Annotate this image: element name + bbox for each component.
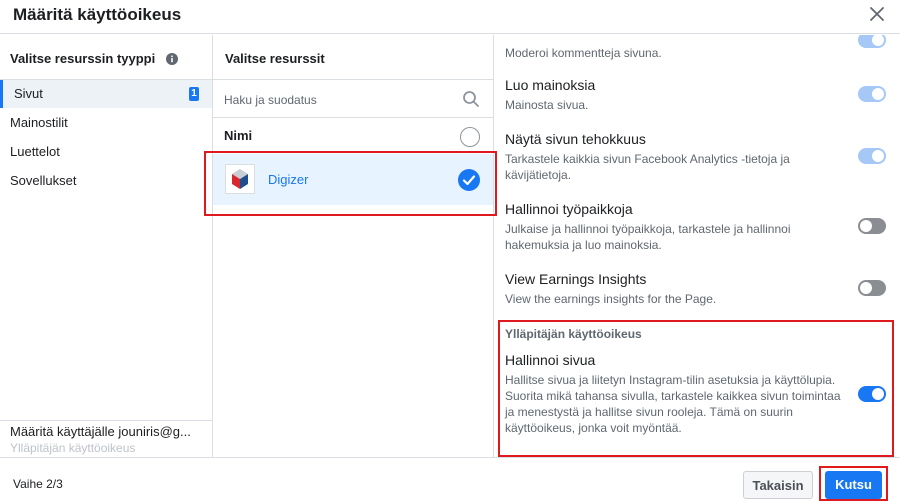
checkmark-icon[interactable] xyxy=(458,169,480,191)
invite-button[interactable]: Kutsu xyxy=(825,471,882,499)
page-row-digizer[interactable]: Digizer xyxy=(213,154,493,205)
permission-title: Hallinnoi työpaikkoja xyxy=(505,201,633,217)
search-placeholder: Haku ja suodatus xyxy=(224,93,317,107)
dialog-header: Määritä käyttöoikeus xyxy=(0,0,900,34)
resource-type-title: Valitse resurssin tyyppi xyxy=(10,51,156,66)
permission-title: Näytä sivun tehokkuus xyxy=(505,131,646,147)
assign-summary: Määritä käyttäjälle jouniris@g... Ylläpi… xyxy=(0,420,212,457)
permission-title: Hallinnoi sivua xyxy=(505,352,596,368)
type-item-label: Luettelot xyxy=(10,144,60,159)
select-all-checkbox[interactable] xyxy=(460,127,480,147)
permission-toggle[interactable] xyxy=(858,218,886,234)
permission-create-ads: Luo mainoksia Mainosta sivua. xyxy=(505,76,845,113)
type-item-label: Sovellukset xyxy=(10,173,77,188)
assign-access-dialog: Määritä käyttöoikeus Valitse resurssin t… xyxy=(0,0,900,503)
permission-earnings-insights: View Earnings Insights View the earnings… xyxy=(505,270,845,307)
resources-column: Valitse resurssit Haku ja suodatus Nimi … xyxy=(213,35,494,457)
close-icon[interactable] xyxy=(867,4,887,24)
permission-manage-jobs: Hallinnoi työpaikkoja Julkaise ja hallin… xyxy=(505,200,845,253)
permission-view-performance: Näytä sivun tehokkuus Tarkastele kaikkia… xyxy=(505,130,845,183)
permissions-column: Moderoi kommentteja sivuna. Luo mainoksi… xyxy=(494,35,900,457)
type-item-sivut[interactable]: Sivut 1 xyxy=(0,80,212,108)
digizer-logo-icon xyxy=(225,164,255,194)
toggle-knob xyxy=(872,35,884,46)
type-item-label: Mainostilit xyxy=(10,115,68,130)
permission-title: View Earnings Insights xyxy=(505,271,647,287)
permission-manage-page: Hallinnoi sivua Hallitse sivua ja liitet… xyxy=(505,351,845,436)
resources-title: Valitse resurssit xyxy=(225,51,325,66)
permission-description: Tarkastele kaikkia sivun Facebook Analyt… xyxy=(505,152,790,182)
manage-page-toggle[interactable] xyxy=(858,386,886,402)
permission-description: Moderoi kommentteja sivuna. xyxy=(505,46,662,60)
toggle-knob xyxy=(872,150,884,162)
info-icon[interactable] xyxy=(166,52,178,65)
name-header-row: Nimi xyxy=(213,119,493,153)
count-badge: 1 xyxy=(189,87,199,101)
resource-type-column: Valitse resurssin tyyppi Sivut 1 Mainost… xyxy=(0,35,213,457)
toggle-knob xyxy=(860,282,872,294)
admin-section-heading: Ylläpitäjän käyttöoikeus xyxy=(505,327,642,341)
permission-description: Mainosta sivua. xyxy=(505,98,589,112)
page-name: Digizer xyxy=(268,172,309,187)
toggle-knob xyxy=(872,88,884,100)
permission-toggle[interactable] xyxy=(858,148,886,164)
search-icon xyxy=(462,90,480,108)
dialog-footer: Vaihe 2/3 Takaisin Kutsu xyxy=(0,457,900,503)
permission-toggle[interactable] xyxy=(858,280,886,296)
search-input[interactable]: Haku ja suodatus xyxy=(213,80,493,118)
permission-moderate: Moderoi kommentteja sivuna. xyxy=(505,42,845,61)
toggle-knob xyxy=(872,388,884,400)
back-button[interactable]: Takaisin xyxy=(743,471,813,499)
step-indicator: Vaihe 2/3 xyxy=(13,477,63,491)
permission-toggle[interactable] xyxy=(858,86,886,102)
name-header: Nimi xyxy=(224,128,253,143)
permission-description: Julkaise ja hallinnoi työpaikkoja, tarka… xyxy=(505,222,791,252)
assign-user-text: Määritä käyttäjälle jouniris@g... xyxy=(10,424,191,439)
type-item-label: Sivut xyxy=(14,86,43,101)
permission-description: Hallitse sivua ja liitetyn Instagram-til… xyxy=(505,373,841,435)
assign-role-text: Ylläpitäjän käyttöoikeus xyxy=(10,441,136,455)
permission-toggle[interactable] xyxy=(858,35,886,48)
type-item-sovellukset[interactable]: Sovellukset xyxy=(0,167,212,195)
dialog-title: Määritä käyttöoikeus xyxy=(13,5,182,24)
type-item-mainostilit[interactable]: Mainostilit xyxy=(0,109,212,137)
permission-title: Luo mainoksia xyxy=(505,77,596,93)
toggle-knob xyxy=(860,220,872,232)
permission-description: View the earnings insights for the Page. xyxy=(505,292,717,306)
type-item-luettelot[interactable]: Luettelot xyxy=(0,138,212,166)
